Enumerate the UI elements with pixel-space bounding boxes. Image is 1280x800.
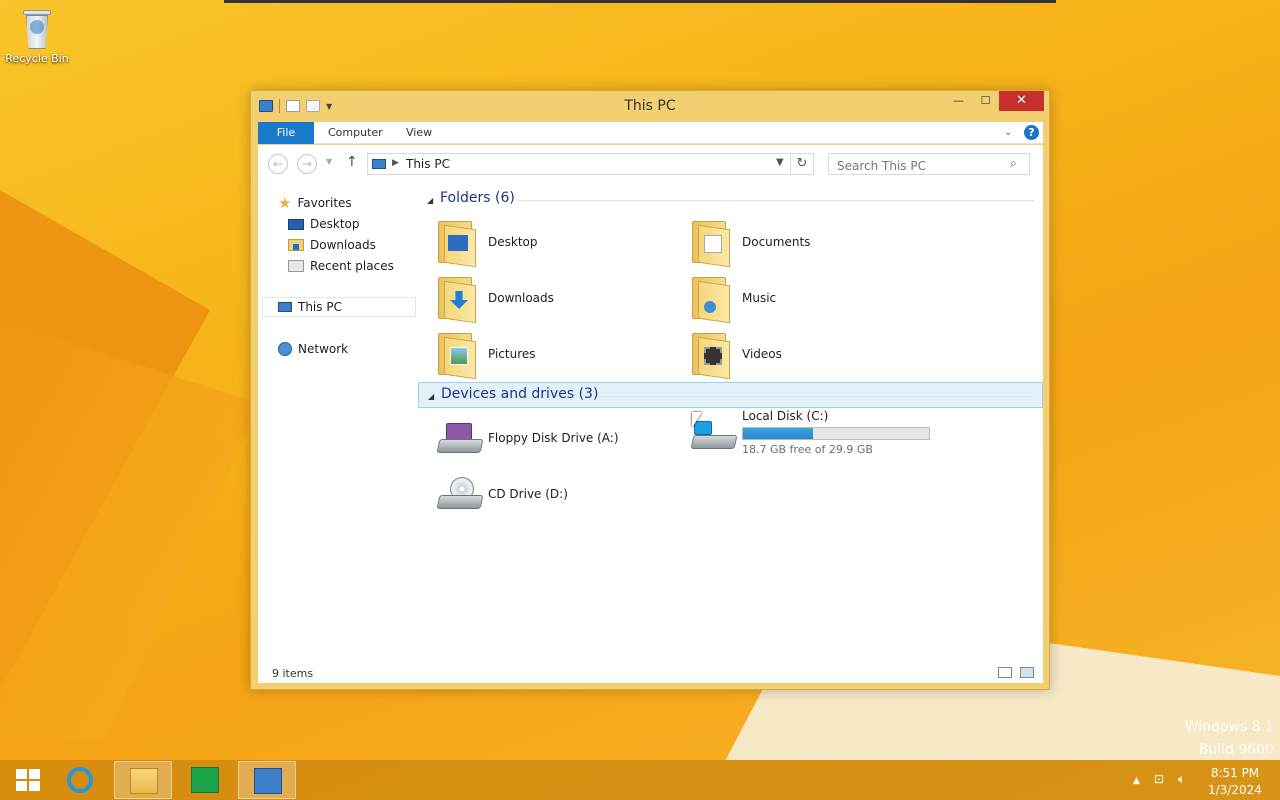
folder-downloads[interactable]: Downloads xyxy=(436,273,676,325)
details-view-icon[interactable] xyxy=(998,667,1012,678)
search-icon[interactable]: ⌕ xyxy=(1010,156,1017,171)
volume-icon[interactable]: 🔈︎ xyxy=(1178,772,1185,787)
help-icon[interactable]: ? xyxy=(1024,125,1039,140)
network-icon xyxy=(278,342,292,356)
mouse-cursor xyxy=(692,412,702,428)
internet-explorer-icon xyxy=(67,767,93,793)
recycle-bin-icon xyxy=(22,6,52,50)
taskbar-internet-explorer[interactable] xyxy=(52,761,110,799)
this-pc-icon xyxy=(278,302,292,312)
windows-logo-icon xyxy=(16,769,40,791)
folder-desktop[interactable]: Desktop xyxy=(436,217,676,269)
videos-folder-icon xyxy=(690,333,730,380)
drive-local-c[interactable]: Local Disk (C:) 18.7 GB free of 29.9 GB xyxy=(690,409,930,465)
recent-locations-icon[interactable]: ▼ xyxy=(326,157,332,166)
drive-floppy[interactable]: Floppy Disk Drive (A:) xyxy=(436,413,676,465)
back-button[interactable]: ← xyxy=(268,154,288,174)
search-input[interactable] xyxy=(828,153,1030,175)
downloads-folder-icon xyxy=(436,277,476,324)
collapse-triangle-icon[interactable]: ◢ xyxy=(428,392,434,401)
tab-computer[interactable]: Computer xyxy=(316,122,395,144)
clock-date: 1/3/2024 xyxy=(1208,783,1262,797)
desktop-icon xyxy=(288,218,304,230)
recycle-bin-label: Recycle Bin xyxy=(5,52,69,65)
address-bar[interactable]: ▶ This PC ▼ xyxy=(367,153,791,175)
forward-button[interactable]: → xyxy=(297,154,317,174)
pictures-folder-icon xyxy=(436,333,476,380)
up-button[interactable]: ↑ xyxy=(346,154,358,170)
storage-usage-bar xyxy=(742,427,930,440)
storage-usage-fill xyxy=(743,428,813,439)
start-button[interactable] xyxy=(6,761,46,799)
star-icon: ★ xyxy=(278,194,292,212)
group-divider xyxy=(599,396,1034,397)
floppy-drive-icon xyxy=(436,421,484,461)
folder-documents[interactable]: Documents xyxy=(690,217,930,269)
drive-cd[interactable]: CD Drive (D:) xyxy=(436,469,676,521)
store-icon xyxy=(191,767,219,793)
windows-watermark: Windows 8.1 Build 9600 xyxy=(1184,719,1274,758)
status-bar: 9 items xyxy=(258,663,1043,683)
content-pane: ◢ Folders (6) Desktop Documents Download… xyxy=(418,183,1043,663)
item-count: 9 items xyxy=(272,667,314,680)
refresh-button[interactable]: ↻ xyxy=(791,153,814,175)
network-tray-icon[interactable]: ⊡ xyxy=(1154,772,1164,786)
group-divider xyxy=(518,200,1035,201)
taskbar-store[interactable] xyxy=(176,761,234,799)
remote-desktop-icon xyxy=(254,768,282,794)
wallpaper-shape xyxy=(0,320,260,740)
downloads-icon xyxy=(288,239,304,251)
recent-places-icon xyxy=(288,260,304,272)
sidebar-item-network[interactable]: Network xyxy=(278,339,348,359)
group-header-devices[interactable]: ◢ Devices and drives (3) xyxy=(418,382,1043,408)
taskbar xyxy=(0,760,1280,800)
close-button[interactable]: ✕ xyxy=(999,91,1044,111)
minimize-button[interactable]: — xyxy=(945,91,972,111)
sidebar-item-this-pc[interactable]: This PC xyxy=(262,297,416,317)
expand-ribbon-icon[interactable]: ⌄ xyxy=(1004,127,1012,138)
title-bar[interactable]: ▼ This PC — ☐ ✕ xyxy=(251,91,1049,121)
group-header-folders[interactable]: ◢ Folders (6) xyxy=(418,187,1043,213)
taskbar-remote-desktop[interactable] xyxy=(238,761,296,799)
sidebar-item-favorites[interactable]: ★ Favorites xyxy=(278,193,352,213)
file-explorer-icon xyxy=(130,768,158,794)
tab-file[interactable]: File xyxy=(258,122,314,144)
desktop-icon-recycle-bin[interactable]: Recycle Bin xyxy=(4,6,70,65)
documents-folder-icon xyxy=(690,221,730,268)
address-dropdown-icon[interactable]: ▼ xyxy=(776,157,784,168)
show-hidden-icons-icon[interactable]: ▲ xyxy=(1133,776,1140,786)
folder-videos[interactable]: Videos xyxy=(690,329,930,381)
sidebar-item-downloads[interactable]: Downloads xyxy=(288,235,376,255)
this-pc-icon xyxy=(372,159,386,169)
breadcrumb-this-pc[interactable]: This PC xyxy=(406,157,450,171)
sidebar-item-desktop[interactable]: Desktop xyxy=(288,214,360,234)
folder-music[interactable]: Music xyxy=(690,273,930,325)
collapse-triangle-icon[interactable]: ◢ xyxy=(427,196,433,205)
navigation-bar: ← → ▼ ↑ ▶ This PC ▼ ↻ ⌕ xyxy=(258,145,1043,183)
large-icons-view-icon[interactable] xyxy=(1020,667,1034,678)
system-clock[interactable]: 8:51 PM 1/3/2024 xyxy=(1200,765,1270,799)
folder-pictures[interactable]: Pictures xyxy=(436,329,676,381)
top-edge-bar xyxy=(224,0,1056,3)
window-title: This PC xyxy=(624,98,676,114)
breadcrumb-chevron-icon[interactable]: ▶ xyxy=(392,158,399,168)
tab-view[interactable]: View xyxy=(394,122,444,144)
cd-drive-icon xyxy=(436,477,484,517)
explorer-window: ▼ This PC — ☐ ✕ File Computer View ⌄ ? ←… xyxy=(250,90,1050,690)
navigation-pane: ★ Favorites Desktop Downloads Recent pla… xyxy=(258,183,416,663)
taskbar-file-explorer[interactable] xyxy=(114,761,172,799)
sidebar-item-recent-places[interactable]: Recent places xyxy=(288,256,394,276)
ribbon: File Computer View ⌄ ? xyxy=(258,122,1043,144)
clock-time: 8:51 PM xyxy=(1210,766,1260,780)
desktop-folder-icon xyxy=(436,221,476,268)
maximize-button[interactable]: ☐ xyxy=(972,91,999,111)
explorer-main: ← → ▼ ↑ ▶ This PC ▼ ↻ ⌕ ★ Favorites Desk… xyxy=(258,145,1043,683)
music-folder-icon xyxy=(690,277,730,324)
